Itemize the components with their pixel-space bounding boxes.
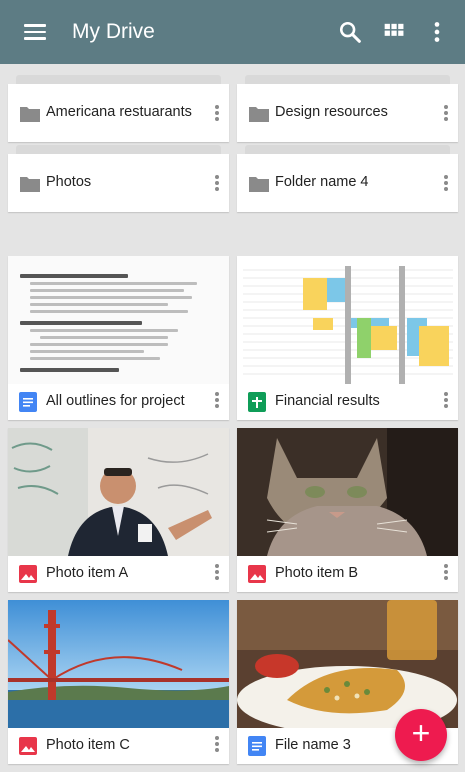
file-card-footer: All outlines for project (8, 384, 229, 420)
file-card-footer: Photo item B (237, 556, 458, 592)
spreadsheet-thumbnail (237, 256, 458, 384)
file-card-footer: Photo item C (8, 728, 229, 764)
folder-icon (249, 177, 269, 192)
file-card[interactable]: Photo item A (8, 428, 229, 592)
file-name: Photo item C (46, 737, 130, 753)
page-title: My Drive (72, 20, 155, 43)
file-card[interactable]: All outlines for project (8, 256, 229, 420)
grid-view-icon[interactable] (380, 18, 408, 46)
folder-icon (249, 107, 269, 122)
add-button[interactable]: + (395, 709, 447, 761)
more-options-icon[interactable] (438, 173, 454, 197)
more-options-icon[interactable] (209, 734, 225, 758)
document-thumbnail (8, 256, 229, 384)
more-options-icon[interactable] (438, 103, 454, 127)
folder-name: Folder name 4 (275, 174, 369, 190)
file-card-footer: Photo item A (8, 556, 229, 592)
more-options-icon[interactable] (209, 103, 225, 127)
folder-name: Americana restuarants (46, 104, 192, 120)
more-options-icon[interactable] (209, 390, 225, 414)
file-name: Photo item B (275, 565, 359, 581)
more-options-icon[interactable] (438, 562, 454, 586)
image-icon (19, 565, 37, 583)
sheets-icon (248, 392, 266, 412)
folder-tab (16, 145, 221, 154)
more-options-icon[interactable] (209, 173, 225, 197)
folder-tab (245, 75, 450, 84)
more-options-icon[interactable] (438, 390, 454, 414)
photo-thumbnail (8, 600, 229, 728)
folder-tab (245, 145, 450, 154)
menu-icon[interactable] (24, 20, 46, 44)
folder-tab (16, 75, 221, 84)
file-name: All outlines for project (46, 393, 185, 409)
docs-icon (19, 392, 37, 412)
file-name: Financial results (275, 393, 380, 409)
folder-item[interactable]: Americana restuarants (8, 75, 229, 142)
file-name: Photo item A (46, 565, 129, 581)
image-icon (19, 737, 37, 755)
file-name: File name 3 (275, 737, 351, 753)
folder-icon (20, 107, 40, 122)
more-options-icon[interactable] (209, 562, 225, 586)
folder-icon (20, 177, 40, 192)
photo-thumbnail (237, 428, 458, 556)
file-card[interactable]: Financial results (237, 256, 458, 420)
folder-name: Photos (46, 174, 92, 190)
more-vert-icon[interactable] (423, 18, 451, 46)
docs-icon (248, 736, 266, 756)
folder-name: Design resources (275, 104, 388, 120)
image-icon (248, 565, 266, 583)
search-icon[interactable] (336, 18, 364, 46)
file-card[interactable]: Photo item B (237, 428, 458, 592)
folder-item[interactable]: Design resources (237, 75, 458, 142)
file-card[interactable]: Photo item C (8, 600, 229, 764)
app-bar: My Drive (0, 0, 465, 64)
file-card-footer: Financial results (237, 384, 458, 420)
add-icon: + (411, 715, 431, 751)
photo-thumbnail (8, 428, 229, 556)
folder-item[interactable]: Photos (8, 145, 229, 212)
folder-item[interactable]: Folder name 4 (237, 145, 458, 212)
